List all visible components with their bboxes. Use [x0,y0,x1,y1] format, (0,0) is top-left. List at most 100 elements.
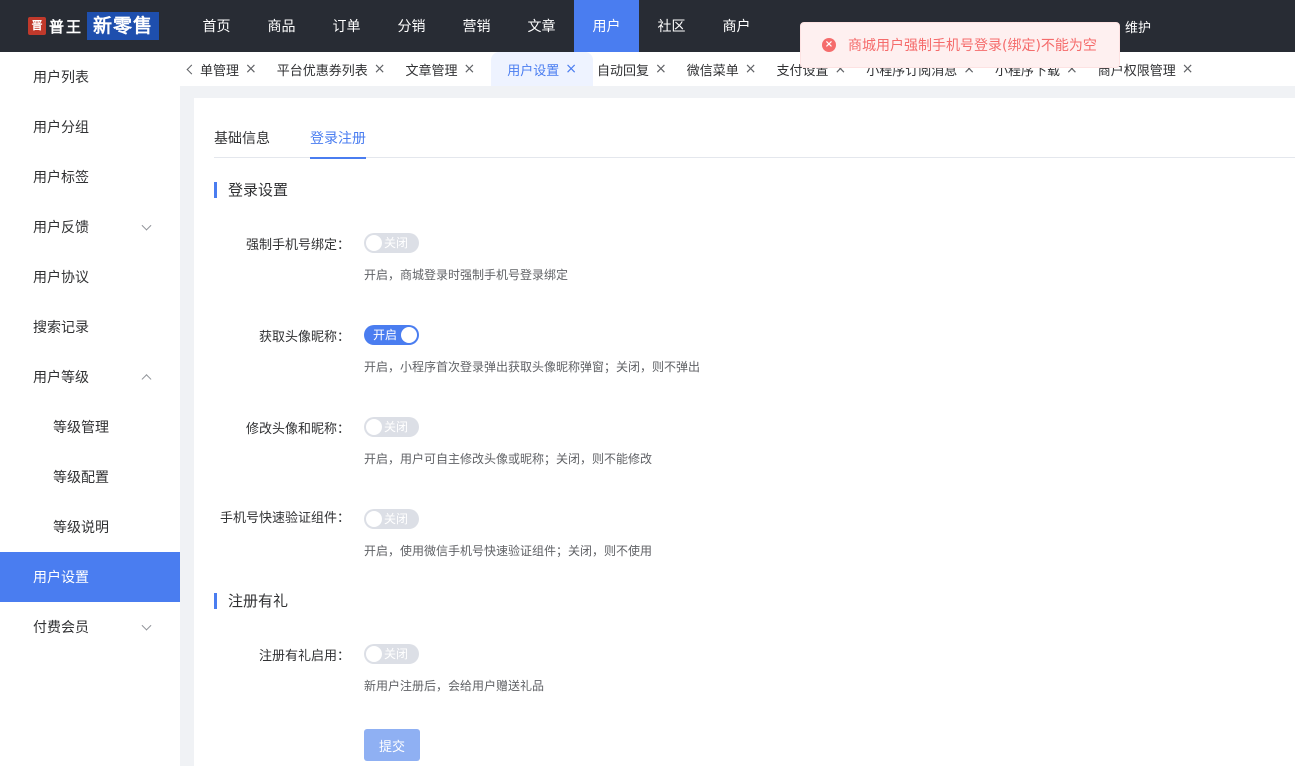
register-gift-switch[interactable]: 关闭 [364,644,419,664]
switch-text: 关闭 [384,647,409,661]
switch-knob [366,419,382,435]
sidebar-item-user-agreement[interactable]: 用户协议 [0,252,180,302]
field-label-force-phone: 强制手机号绑定： [245,238,350,253]
edit-avatar-nickname-switch[interactable]: 关闭 [364,417,419,437]
sidebar-item-user-settings[interactable]: 用户设置 [0,552,180,602]
tab-platform-coupons[interactable]: 平台优惠券列表 × [273,52,402,86]
sidebar-item-user-levels[interactable]: 用户等级 [0,352,180,402]
tab-order-management[interactable]: 单管理 × [196,52,273,86]
tab-auto-reply[interactable]: 自动回复 × [593,52,683,86]
tab-label: 用户设置 [507,63,560,79]
sidebar-item-user-list[interactable]: 用户列表 [0,52,180,102]
chevron-left-icon [186,64,196,74]
switch-knob [366,511,382,527]
logo-name: 普王 [49,17,84,36]
field-hint-force-phone: 开启，商城登录时强制手机号登录绑定 [364,268,569,282]
field-label-edit-avatar: 修改头像和昵称： [245,422,350,437]
switch-text: 关闭 [384,420,409,434]
tab-label: 自动回复 [597,63,650,79]
tab-label: 平台优惠券列表 [276,63,368,79]
sidebar-item-label: 用户协议 [33,270,89,286]
switch-knob [401,327,417,343]
sidebar-item-paid-membership[interactable]: 付费会员 [0,602,180,652]
tab-basic-info[interactable]: 基础信息 [214,120,270,158]
close-icon[interactable]: × [374,61,386,77]
topnav-maintenance[interactable]: 维护 [1125,0,1151,52]
force-phone-bind-switch[interactable]: 关闭 [364,233,419,253]
main-content: 基础信息 登录注册 登录设置 强制手机号绑定： 关闭 开启，商城登录时强制手机号… [194,98,1295,766]
tab-wechat-menu[interactable]: 微信菜单 × [683,52,773,86]
topnav-products[interactable]: 商品 [249,0,314,52]
top-nav: 首页 商品 订单 分销 营销 文章 用户 社区 商户 [184,0,769,52]
topnav-articles[interactable]: 文章 [509,0,574,52]
logo[interactable]: 晋 普王 新零售 [0,0,180,52]
tab-label: 单管理 [200,63,240,79]
topnav-orders[interactable]: 订单 [314,0,379,52]
sidebar-item-label: 用户设置 [33,570,89,586]
content-tabs: 基础信息 登录注册 [214,120,1295,159]
tab-label: 文章管理 [405,63,458,79]
sidebar-item-level-management[interactable]: 等级管理 [0,402,180,452]
field-hint-get-avatar: 开启，小程序首次登录弹出获取头像昵称弹窗；关闭，则不弹出 [364,360,701,374]
submit-button[interactable]: 提交 [364,729,420,761]
section-title-login: 登录设置 [214,182,288,198]
sidebar-item-level-config[interactable]: 等级配置 [0,452,180,502]
switch-knob [366,646,382,662]
switch-knob [366,235,382,251]
chevron-up-icon [141,374,152,385]
sidebar-item-label: 用户列表 [33,70,89,86]
tabs-scroll-left[interactable] [180,52,196,86]
chevron-down-icon [141,220,152,231]
topnav-community[interactable]: 社区 [639,0,704,52]
tab-login-register[interactable]: 登录注册 [310,120,366,159]
close-icon[interactable]: × [464,61,476,77]
sidebar-item-label: 等级配置 [53,470,109,486]
field-hint-edit-avatar: 开启，用户可自主修改头像或昵称；关闭，则不能修改 [364,452,653,466]
sidebar-item-label: 用户标签 [33,170,89,186]
tab-user-settings[interactable]: 用户设置 × [491,52,593,86]
field-hint-register-gift: 新用户注册后，会给用户赠送礼品 [364,679,545,693]
toast-message: 商城用户强制手机号登录(绑定)不能为空 [848,38,1097,54]
get-avatar-nickname-switch[interactable]: 开启 [364,325,419,345]
sidebar-item-label: 付费会员 [33,620,89,636]
topnav-home[interactable]: 首页 [184,0,249,52]
topnav-users[interactable]: 用户 [574,0,639,52]
sidebar-item-search-records[interactable]: 搜索记录 [0,302,180,352]
close-icon[interactable]: × [655,61,667,77]
close-icon[interactable]: × [245,61,257,77]
field-label-get-avatar: 获取头像昵称： [258,330,350,345]
sidebar-item-user-groups[interactable]: 用户分组 [0,102,180,152]
field-label-phone-verify: 手机号快速验证组件： [219,511,350,526]
section-title-register: 注册有礼 [214,593,288,609]
tab-label: 微信菜单 [686,63,739,79]
tabs-bar: 单管理 × 平台优惠券列表 × 文章管理 × 用户设置 × 自动回复 × 微信菜单 × 支付… [180,52,1295,86]
field-hint-phone-verify: 开启，使用微信手机号快速验证组件；关闭，则不使用 [364,544,653,558]
sidebar-item-label: 用户分组 [33,120,89,136]
chevron-down-icon [141,620,152,631]
switch-text: 开启 [373,328,398,342]
sidebar-item-label: 等级管理 [53,420,109,436]
sidebar-item-label: 等级说明 [53,520,109,536]
sidebar-item-user-feedback[interactable]: 用户反馈 [0,202,180,252]
sidebar-item-label: 搜索记录 [33,320,89,336]
logo-seal: 晋 [28,17,46,35]
tab-article-management[interactable]: 文章管理 × [402,52,492,86]
close-icon[interactable]: × [565,61,577,77]
topnav-distribution[interactable]: 分销 [379,0,444,52]
switch-text: 关闭 [384,236,409,250]
sidebar-item-level-description[interactable]: 等级说明 [0,502,180,552]
switch-text: 关闭 [384,512,409,526]
error-icon: × [822,38,836,52]
error-toast: × 商城用户强制手机号登录(绑定)不能为空 [800,22,1120,68]
field-label-register-gift: 注册有礼启用： [258,649,350,664]
close-icon[interactable]: × [1182,61,1194,77]
phone-quick-verify-switch[interactable]: 关闭 [364,509,419,529]
close-icon[interactable]: × [745,61,757,77]
topnav-marketing[interactable]: 营销 [444,0,509,52]
logo-brand: 新零售 [87,12,160,40]
sidebar-item-label: 用户反馈 [33,220,89,236]
topnav-merchants[interactable]: 商户 [704,0,769,52]
sidebar: 用户列表 用户分组 用户标签 用户反馈 用户协议 搜索记录 用户等级 等级管理 … [0,52,180,766]
sidebar-item-user-tags[interactable]: 用户标签 [0,152,180,202]
sidebar-item-label: 用户等级 [33,370,89,386]
